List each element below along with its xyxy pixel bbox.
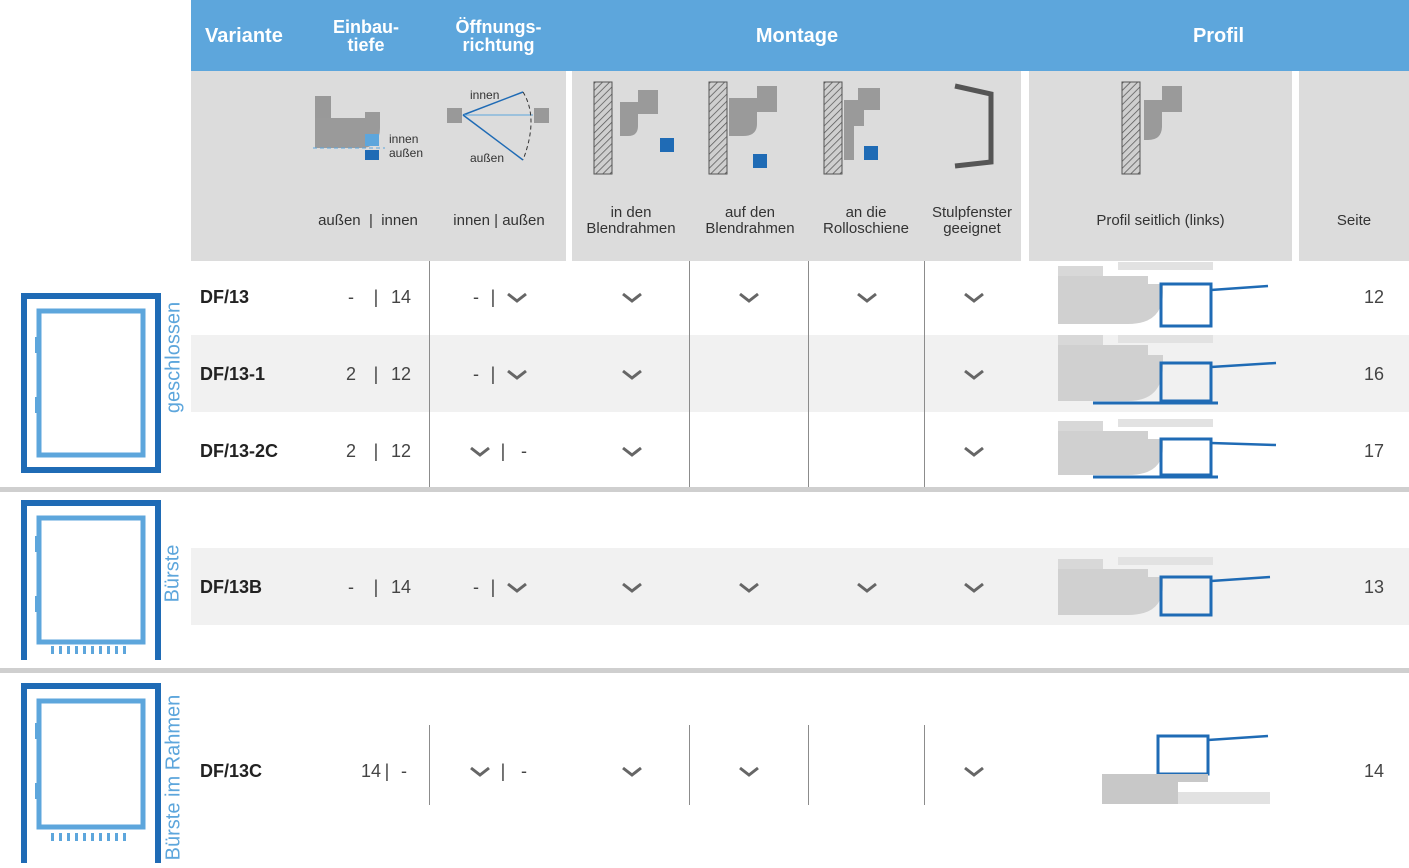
oeff-sep: |	[490, 286, 496, 307]
oeff-sep: |	[490, 363, 496, 384]
divider	[924, 725, 925, 805]
group-label-buerste-im-rahmen: Bürste im Rahmen	[162, 694, 185, 861]
divider	[808, 725, 809, 805]
row-name: DF/13-2C	[200, 440, 279, 461]
diagram-label-innen-2: innen	[470, 88, 500, 102]
check-icon	[622, 766, 642, 777]
header-oeffnungsrichtung: Öffnungs-richtung	[431, 0, 566, 71]
oeff-aussen: -	[521, 440, 527, 461]
check-icon	[470, 446, 490, 457]
oeff-sep: |	[500, 440, 506, 461]
einbau-innen: 14	[390, 576, 412, 597]
montage-an-die-rolloschiene-icon	[823, 81, 880, 175]
subheader-montage-3: an die Rolloschiene	[823, 204, 909, 237]
check-icon	[507, 292, 527, 303]
row-seite: 14	[1363, 760, 1384, 781]
einbau-innen: 14	[390, 286, 412, 307]
einbau-innen: 12	[390, 363, 412, 384]
einbau-aussen: 2	[345, 363, 356, 384]
subheader-oeff-label: innen | außen	[453, 212, 545, 229]
check-icon	[622, 292, 642, 303]
profile-drawing	[1058, 262, 1269, 328]
check-icon	[507, 369, 527, 380]
subheader-seite	[1299, 71, 1409, 261]
divider	[808, 261, 809, 487]
row-name: DF/13-1	[200, 363, 266, 384]
check-icon	[857, 292, 877, 303]
row-name: DF/13B	[200, 576, 263, 597]
divider	[429, 725, 430, 805]
check-icon	[964, 446, 984, 457]
einbau-aussen: 2	[345, 440, 356, 461]
check-icon	[739, 292, 759, 303]
profil-icon	[1121, 81, 1182, 175]
group-separator-1	[0, 487, 1409, 492]
check-icon	[739, 582, 759, 593]
check-icon	[964, 292, 984, 303]
window-brush-frame-icon	[21, 683, 161, 863]
oeff-sep: |	[500, 760, 506, 781]
window-brush-icon	[21, 500, 161, 660]
header-einbautiefe: Einbau-tiefe	[301, 0, 431, 71]
diagram-label-aussen-2: außen	[470, 151, 505, 165]
montage-stulpfenster-icon	[954, 83, 994, 169]
header-profil: Profil	[1028, 0, 1409, 71]
subheader-montage-4: Stulpfenster geeignet	[931, 204, 1013, 237]
einbau-sep: |	[373, 576, 379, 597]
montage-in-den-blendrahmen-icon	[593, 81, 674, 175]
check-icon	[964, 369, 984, 380]
subheader-seite-label: Seite	[1336, 212, 1372, 229]
row-seite: 13	[1363, 576, 1384, 597]
subheader-montage-1: in den Blendrahmen	[586, 204, 676, 237]
divider	[689, 725, 690, 805]
oeff-innen: -	[473, 286, 479, 307]
row-seite: 16	[1363, 363, 1384, 384]
diagram-label-aussen: außen	[389, 146, 424, 160]
check-icon	[964, 766, 984, 777]
check-icon	[857, 582, 877, 593]
profile-drawing	[1058, 557, 1271, 617]
check-icon	[507, 582, 527, 593]
row-name: DF/13	[200, 286, 250, 307]
einbau-sep: |	[373, 440, 379, 461]
einbau-aussen: -	[348, 576, 354, 597]
divider	[924, 261, 925, 487]
check-icon	[622, 369, 642, 380]
profile-drawing	[1102, 734, 1270, 804]
profile-drawing	[1058, 419, 1277, 479]
row-seite: 17	[1363, 440, 1384, 461]
montage-auf-den-blendrahmen-icon	[708, 81, 777, 175]
einbau-innen: 12	[390, 440, 412, 461]
subheader-montage-2: auf den Blendrahmen	[705, 204, 795, 237]
subheader-profil-label: Profil seitlich (links)	[1096, 212, 1225, 229]
group-label-buerste: Bürste	[161, 544, 184, 603]
einbau-sep: |	[373, 363, 379, 384]
einbau-aussen: -	[348, 286, 354, 307]
group-separator-2	[0, 668, 1409, 673]
check-icon	[622, 446, 642, 457]
header-variante: Variante	[191, 0, 301, 71]
oeff-aussen: -	[521, 760, 527, 781]
check-icon	[470, 766, 490, 777]
check-icon	[739, 766, 759, 777]
header-montage: Montage	[566, 0, 1028, 71]
diagram-label-innen: innen	[389, 132, 419, 146]
oeff-sep: |	[490, 576, 496, 597]
row-name: DF/13C	[200, 760, 263, 781]
check-icon	[622, 582, 642, 593]
check-icon	[964, 582, 984, 593]
divider	[689, 261, 690, 487]
row-seite: 12	[1363, 286, 1384, 307]
oeff-innen: -	[473, 363, 479, 384]
subheader-einbau-label: außen | innen	[318, 212, 418, 229]
window-closed-icon	[21, 293, 161, 473]
oeff-innen: -	[473, 576, 479, 597]
einbau-sep: |	[384, 760, 390, 781]
group-label-geschlossen: geschlossen	[162, 301, 185, 414]
einbau-innen: -	[401, 760, 407, 781]
divider	[429, 261, 430, 487]
profile-drawing	[1058, 335, 1277, 405]
einbau-sep: |	[373, 286, 379, 307]
